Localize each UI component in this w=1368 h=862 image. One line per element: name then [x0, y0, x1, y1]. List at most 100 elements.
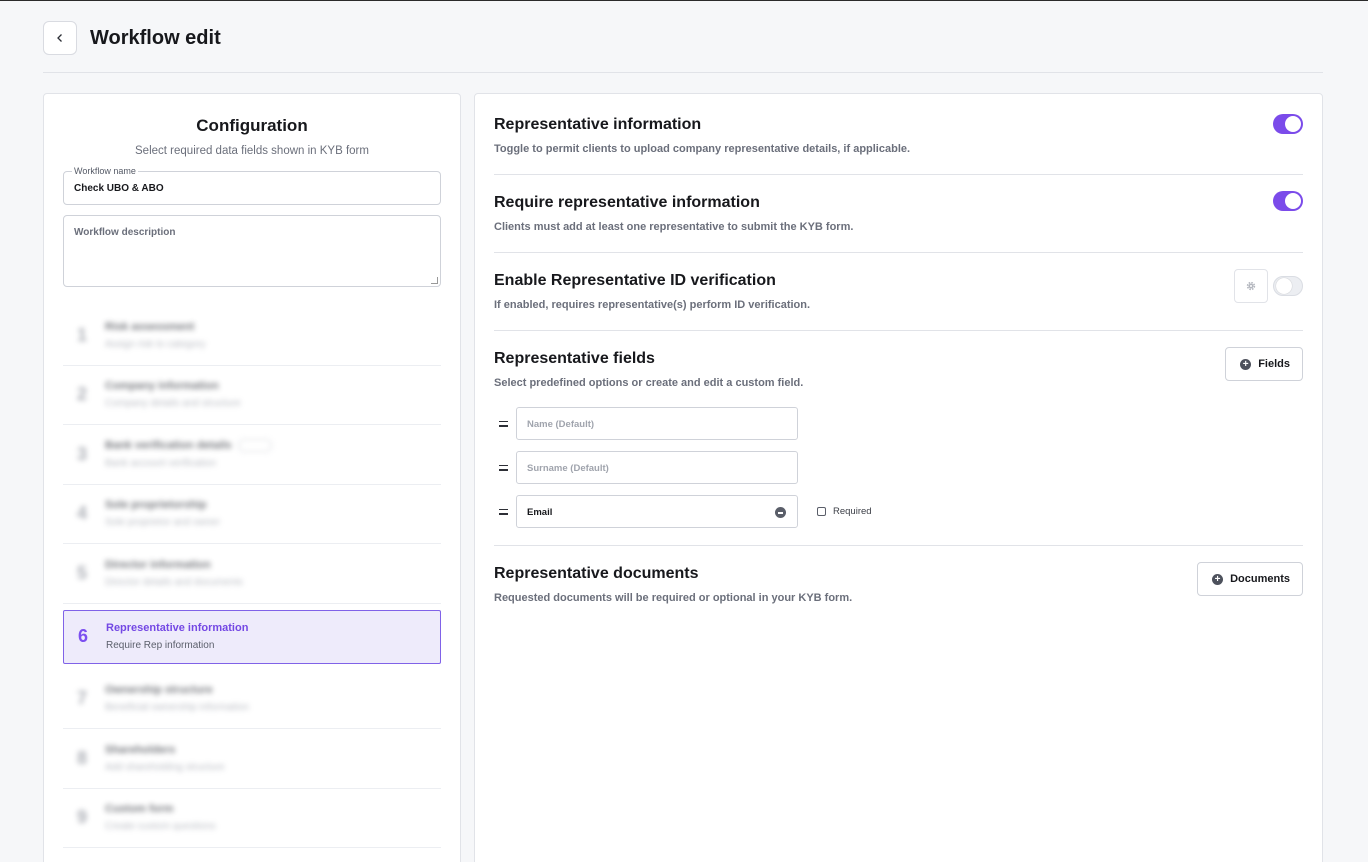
step-item[interactable]: 4 Sole proprietorship Sole proprietor and…: [63, 485, 441, 544]
step-number: 1: [77, 324, 88, 345]
step-name: Director information: [105, 558, 211, 571]
rep-info-toggle[interactable]: [1273, 114, 1303, 134]
required-label: Required: [833, 506, 872, 517]
rep-fields-title: Representative fields: [494, 350, 655, 367]
rep-info-desc: Toggle to permit clients to upload compa…: [494, 143, 911, 155]
step-name: Bank verification details: [105, 439, 272, 453]
plus-circle-icon: +: [1240, 358, 1252, 370]
configuration-title: Configuration: [196, 116, 308, 135]
page-title: Workflow edit: [90, 27, 221, 49]
add-fields-button[interactable]: + Fields: [1225, 347, 1303, 381]
name-field-placeholder: Name (Default): [527, 419, 595, 430]
rep-documents-section: Representative documents Requested docum…: [494, 562, 1303, 604]
step-number: 8: [77, 747, 88, 768]
step-number: 4: [77, 503, 88, 524]
rep-field-row: Surname (Default): [494, 451, 798, 484]
configuration-subtitle: Select required data fields shown in KYB…: [135, 145, 369, 157]
rep-info-section: Representative information Toggle to per…: [494, 114, 1303, 155]
step-badge: [237, 439, 272, 453]
resize-grip-icon[interactable]: [431, 277, 438, 284]
step-name: Ownership structure: [105, 684, 213, 697]
workflow-name-label: Workflow name: [72, 166, 138, 176]
step-item[interactable]: 5 Director information Director details a…: [63, 544, 441, 604]
step-number: 3: [77, 443, 88, 464]
toggle-knob: [1285, 193, 1301, 209]
divider: [494, 174, 1303, 175]
rep-docs-desc: Requested documents will be required or …: [494, 592, 853, 604]
step-number: 5: [77, 562, 88, 583]
surname-field-placeholder: Surname (Default): [527, 463, 609, 474]
configuration-panel: Configuration Select required data field…: [43, 93, 461, 862]
divider: [494, 330, 1303, 331]
step-description: Company details and structure: [105, 398, 241, 410]
page-header: Workflow edit: [43, 21, 1323, 73]
step-description: Add shareholding structure: [105, 761, 225, 773]
chevron-left-icon: [57, 34, 62, 42]
divider: [494, 252, 1303, 253]
id-verification-desc: If enabled, requires representative(s) p…: [494, 299, 811, 311]
step-number: 6: [78, 626, 89, 646]
add-fields-label: Fields: [1258, 358, 1290, 370]
step-description: Sole proprietor and owner: [105, 517, 221, 529]
toggle-knob: [1276, 278, 1292, 294]
header-divider: [43, 72, 1323, 73]
required-checkbox-group: Required: [817, 506, 872, 517]
step-item[interactable]: 8 Shareholders Add shareholding structure: [63, 729, 441, 789]
workflow-description-field[interactable]: Workflow description: [63, 215, 441, 287]
step-description: Assign risk to category: [105, 338, 206, 350]
step-item[interactable]: 1 Risk assessment Assign risk to category: [63, 306, 441, 366]
step-number: 9: [77, 807, 88, 828]
name-field[interactable]: Name (Default): [516, 407, 798, 440]
step-name: Shareholders: [105, 743, 176, 756]
representative-settings-panel: Representative information Toggle to per…: [474, 93, 1323, 862]
rep-docs-title: Representative documents: [494, 565, 699, 582]
id-verification-toggle[interactable]: [1273, 276, 1303, 296]
drag-handle-icon[interactable]: [494, 464, 516, 471]
minus-circle-icon[interactable]: [775, 507, 786, 518]
rep-field-row: Email Required: [494, 495, 872, 528]
email-field[interactable]: Email: [516, 495, 798, 528]
required-checkbox[interactable]: [817, 507, 826, 516]
back-button[interactable]: [43, 21, 77, 55]
workflow-name-field[interactable]: Workflow name Check UBO & ABO: [63, 166, 441, 205]
step-name: Custom form: [105, 803, 174, 816]
step-number: 7: [77, 688, 88, 709]
drag-handle-icon[interactable]: [494, 508, 516, 515]
step-item[interactable]: 9 Custom form Create custom questions: [63, 789, 441, 848]
require-rep-section: Require representative information Clien…: [494, 191, 1303, 233]
step-item[interactable]: 2 Company information Company details and…: [63, 366, 441, 425]
step-name: Sole proprietorship: [105, 499, 207, 512]
id-verification-settings-button[interactable]: [1234, 269, 1268, 303]
step-item[interactable]: 3 Bank verification details Bank account …: [63, 425, 441, 485]
step-item-active[interactable]: 6 Representative information Require Rep …: [63, 609, 441, 664]
email-field-value: Email: [527, 507, 553, 518]
rep-fields-section: Representative fields Select predefined …: [494, 347, 1303, 550]
step-description: Bank account verification: [105, 458, 217, 470]
workflow-description-placeholder: Workflow description: [74, 227, 176, 238]
step-description: Director details and documents: [105, 576, 243, 588]
id-verification-section: Enable Representative ID verification If…: [494, 269, 1303, 311]
require-rep-toggle[interactable]: [1273, 191, 1303, 211]
step-item[interactable]: 7 Ownership structure Beneficial ownershi…: [63, 670, 441, 729]
drag-handle-icon[interactable]: [494, 420, 516, 427]
toggle-knob: [1285, 116, 1301, 132]
rep-fields-desc: Select predefined options or create and …: [494, 377, 804, 389]
step-description: Require Rep information: [106, 640, 215, 651]
workflow-steps-list: 1 Risk assessment Assign risk to category…: [63, 306, 441, 848]
rep-info-title: Representative information: [494, 116, 702, 133]
rep-field-row: Name (Default): [494, 407, 798, 440]
surname-field[interactable]: Surname (Default): [516, 451, 798, 484]
id-verification-title: Enable Representative ID verification: [494, 272, 776, 289]
step-name: Risk assessment: [105, 320, 195, 333]
add-documents-button[interactable]: + Documents: [1197, 562, 1303, 596]
plus-circle-icon: +: [1212, 573, 1224, 585]
require-rep-title: Require representative information: [494, 194, 760, 211]
workflow-name-value: Check UBO & ABO: [74, 183, 164, 194]
step-description: Beneficial ownership information: [105, 702, 249, 714]
step-description: Create custom questions: [105, 821, 216, 833]
add-documents-label: Documents: [1230, 573, 1290, 585]
divider: [494, 545, 1303, 546]
step-name: Company information: [105, 380, 219, 393]
step-number: 2: [77, 384, 88, 405]
gear-icon: [1246, 281, 1256, 291]
